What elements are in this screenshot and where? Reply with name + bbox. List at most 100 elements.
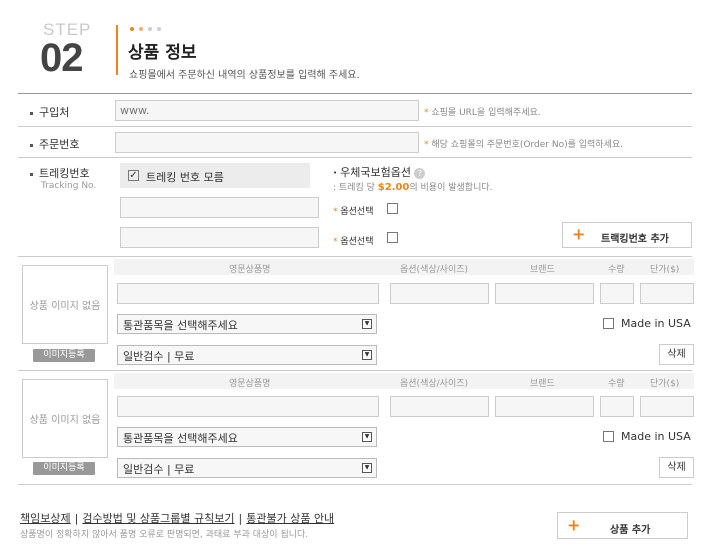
purchase-place-input[interactable]: www. <box>115 100 419 121</box>
product-column-header: 영문상품명 옵션(색상/사이즈) 브랜드 수량 단가($) <box>114 373 694 389</box>
made-in-usa-label: Made in USA <box>621 317 691 330</box>
divider <box>18 126 692 127</box>
restricted-items-link[interactable]: 통관불가 상품 안내 <box>246 512 334 525</box>
inspection-select[interactable]: 일반검수 | 무료 ▼ <box>117 345 377 365</box>
made-in-usa-checkbox[interactable] <box>603 431 614 442</box>
order-number-input[interactable] <box>115 132 419 153</box>
select-value: 통관품목을 선택해주세요 <box>123 319 238 332</box>
bullet: • <box>333 169 338 177</box>
progress-dot <box>148 27 152 31</box>
footer-note: 상품명이 정확하지 않아서 품명 오류로 판명되면, 과태료 부과 대상이 됩니… <box>20 530 309 540</box>
progress-dot <box>139 27 143 31</box>
insurance-title-text: 우체국보험옵션 <box>340 166 411 179</box>
column-product-name: 영문상품명 <box>229 265 271 275</box>
product-quantity-input[interactable] <box>600 283 634 304</box>
select-value: 통관품목을 선택해주세요 <box>123 432 238 445</box>
compensation-link[interactable]: 책임보상제 <box>20 512 71 525</box>
required-star: * <box>424 108 429 118</box>
select-value: 일반검수 | 무료 <box>123 463 195 476</box>
help-icon[interactable]: ? <box>414 167 426 179</box>
divider <box>18 370 692 371</box>
image-upload-button[interactable]: 이미지등록 <box>33 349 95 362</box>
select-value: 일반검수 | 무료 <box>123 350 195 363</box>
page-title: 상품 정보 <box>128 43 197 63</box>
progress-dot <box>130 27 134 31</box>
product-price-input[interactable] <box>640 396 694 417</box>
column-unit-price: 단가($) <box>650 265 680 275</box>
product-option-input[interactable] <box>390 283 489 304</box>
progress-dot <box>157 27 161 31</box>
add-tracking-button[interactable]: + 트랙킹번호 추가 <box>562 222 692 248</box>
page-subtitle: 쇼핑몰에서 주문하신 내역의 상품정보를 입력해 주세요. <box>129 70 360 81</box>
button-label: 상품 추가 <box>610 525 651 536</box>
product-name-input[interactable] <box>117 283 379 304</box>
product-image-placeholder: 상품 이미지 없음 <box>22 265 108 344</box>
separator: | <box>74 512 79 525</box>
tracking-unknown-label: 트레킹 번호 모름 <box>146 171 224 184</box>
delete-product-button[interactable]: 삭제 <box>659 344 694 365</box>
separator: | <box>238 512 243 525</box>
column-quantity: 수량 <box>608 379 625 389</box>
column-product-name: 영문상품명 <box>229 379 271 389</box>
desc-text: 의 비용이 발생합니다. <box>409 183 493 193</box>
tracking-unknown-option[interactable]: 트레킹 번호 모름 <box>120 163 310 188</box>
add-product-button[interactable]: + 상품 추가 <box>557 512 688 539</box>
required-star: * <box>333 237 338 247</box>
insurance-description: : 트레킹 당 $2.00의 비용이 발생합니다. <box>333 180 493 193</box>
hint-text: 해당 쇼핑몰의 주문번호(Order No)를 입력하세요. <box>431 140 623 150</box>
made-in-usa-checkbox[interactable] <box>603 318 614 329</box>
column-quantity: 수량 <box>608 265 625 275</box>
label-text: 옵션선택 <box>340 237 374 247</box>
product-image-placeholder: 상품 이미지 없음 <box>22 379 108 458</box>
product-quantity-input[interactable] <box>600 396 634 417</box>
button-label: 트랙킹번호 추가 <box>601 234 669 245</box>
order-number-hint: * 해당 쇼핑몰의 주문번호(Order No)를 입력하세요. <box>424 137 623 150</box>
chevron-down-icon: ▼ <box>362 432 372 442</box>
plus-icon: + <box>572 224 586 244</box>
tracking-sublabel: Tracking No. <box>41 181 97 191</box>
insurance-price: $2.00 <box>377 182 410 193</box>
made-in-usa-label: Made in USA <box>621 430 691 443</box>
label-text: 구입처 <box>39 106 70 119</box>
label-text: 트레킹번호 <box>39 167 90 180</box>
option-select-label: * 옵션선택 <box>333 234 374 247</box>
inspection-select[interactable]: 일반검수 | 무료 ▼ <box>117 458 377 478</box>
product-option-input[interactable] <box>390 396 489 417</box>
product-brand-input[interactable] <box>495 283 594 304</box>
option-select-label: * 옵션선택 <box>333 204 374 217</box>
order-number-label: 주문번호 <box>30 136 79 152</box>
divider <box>18 484 692 485</box>
chevron-down-icon: ▼ <box>362 350 372 360</box>
footer-links: 책임보상제 | 검수방법 및 상품그룹별 규칙보기 | 통관불가 상품 안내 <box>20 510 334 526</box>
insurance-option-checkbox-1[interactable] <box>387 203 398 214</box>
step-divider <box>116 25 118 75</box>
divider <box>18 157 692 158</box>
customs-category-select[interactable]: 통관품목을 선택해주세요 ▼ <box>117 427 377 447</box>
column-brand: 브랜드 <box>530 265 555 275</box>
divider <box>18 93 692 94</box>
product-brand-input[interactable] <box>495 396 594 417</box>
tracking-unknown-checkbox[interactable] <box>128 170 139 181</box>
customs-category-select[interactable]: 통관품목을 선택해주세요 ▼ <box>117 314 377 334</box>
bullet <box>30 172 33 176</box>
label-text: 옵션선택 <box>340 207 374 217</box>
tracking-number-input-1[interactable] <box>120 197 319 218</box>
tracking-label: 트레킹번호 <box>30 165 90 181</box>
required-star: * <box>424 140 429 150</box>
tracking-number-input-2[interactable] <box>120 227 319 248</box>
product-column-header: 영문상품명 옵션(색상/사이즈) 브랜드 수량 단가($) <box>114 259 694 275</box>
column-option: 옵션(색상/사이즈) <box>400 265 469 275</box>
progress-dots <box>130 27 166 31</box>
image-upload-button[interactable]: 이미지등록 <box>33 462 95 475</box>
chevron-down-icon: ▼ <box>362 463 372 473</box>
desc-text: : 트레킹 당 <box>333 183 378 193</box>
step-number: 02 <box>40 36 83 80</box>
delete-product-button[interactable]: 삭제 <box>659 457 694 478</box>
hint-text: 쇼핑몰 URL을 입력해주세요. <box>431 108 541 118</box>
required-star: * <box>333 207 338 217</box>
product-price-input[interactable] <box>640 283 694 304</box>
insurance-title: • 우체국보험옵션 ? <box>333 164 426 180</box>
inspection-rules-link[interactable]: 검수방법 및 상품그룹별 규칙보기 <box>82 512 234 525</box>
insurance-option-checkbox-2[interactable] <box>387 232 398 243</box>
product-name-input[interactable] <box>117 396 379 417</box>
